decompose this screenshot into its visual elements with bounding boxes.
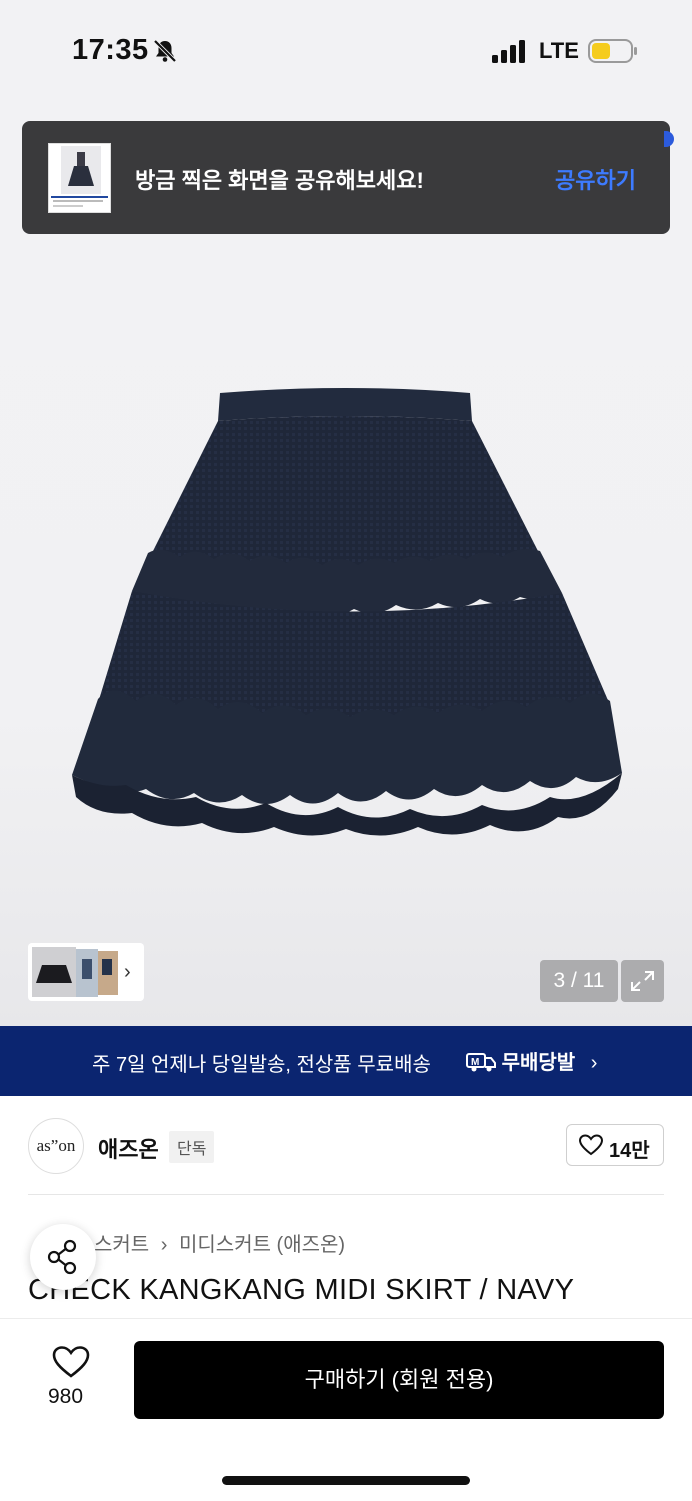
wishlist-heart-icon[interactable] — [52, 1345, 90, 1379]
exclusive-badge: 단독 — [169, 1131, 215, 1163]
breadcrumb-separator-icon: › — [160, 1234, 168, 1256]
brand-like-count: 14만 — [609, 1140, 650, 1162]
delivery-banner[interactable]: 주 7일 언제나 당일발송, 전상품 무료배송 M 무배당발 › — [0, 1026, 692, 1096]
bell-muted-icon — [153, 39, 177, 63]
gallery-thumbnails[interactable]: › — [28, 943, 144, 1001]
home-indicator — [222, 1476, 470, 1485]
banner-chevron-icon: › — [590, 1052, 598, 1074]
network-label: LTE — [539, 38, 579, 63]
banner-service: M 무배당발 › — [466, 1046, 597, 1075]
expand-icon — [631, 971, 654, 991]
buy-button[interactable]: 구매하기 (회원 전용) — [134, 1341, 664, 1419]
thumbnails-chevron-icon: › — [124, 961, 131, 983]
divider — [28, 1194, 664, 1195]
wishlist-count: 980 — [48, 1385, 84, 1408]
screenshot-thumbnail[interactable] — [48, 143, 111, 213]
banner-text: 주 7일 언제나 당일발송, 전상품 무료배송 — [92, 1054, 431, 1076]
brand-like-button[interactable]: 14만 — [566, 1124, 664, 1166]
skirt-product-image — [72, 388, 622, 836]
screenshot-preview-image — [49, 144, 110, 212]
brand-name[interactable]: 애즈온 — [98, 1132, 159, 1164]
toast-message: 방금 찍은 화면을 공유해보세요! — [135, 168, 424, 193]
share-icon — [47, 1239, 77, 1275]
svg-text:M: M — [471, 1057, 479, 1068]
brand-logo[interactable]: as”on — [28, 1118, 84, 1174]
breadcrumb-item[interactable]: 미디스커트 (애즈온) — [179, 1234, 345, 1256]
expand-image-button[interactable] — [621, 960, 664, 1002]
share-toast: 방금 찍은 화면을 공유해보세요! 공유하기 — [22, 121, 670, 234]
truck-icon: M — [466, 1053, 496, 1072]
signal-icon — [492, 40, 525, 63]
battery-icon — [588, 39, 637, 63]
banner-service-label: 무배당발 — [501, 1052, 576, 1074]
heart-icon — [579, 1134, 603, 1156]
toast-share-button[interactable]: 공유하기 — [555, 163, 636, 195]
status-time: 17:35 — [72, 34, 149, 66]
product-title: CHECK KANGKANG MIDI SKIRT / NAVY — [28, 1274, 575, 1306]
image-counter: 3 / 11 — [540, 960, 618, 1002]
breadcrumb-item[interactable]: 스커트 — [94, 1234, 149, 1256]
share-button[interactable] — [30, 1224, 96, 1290]
